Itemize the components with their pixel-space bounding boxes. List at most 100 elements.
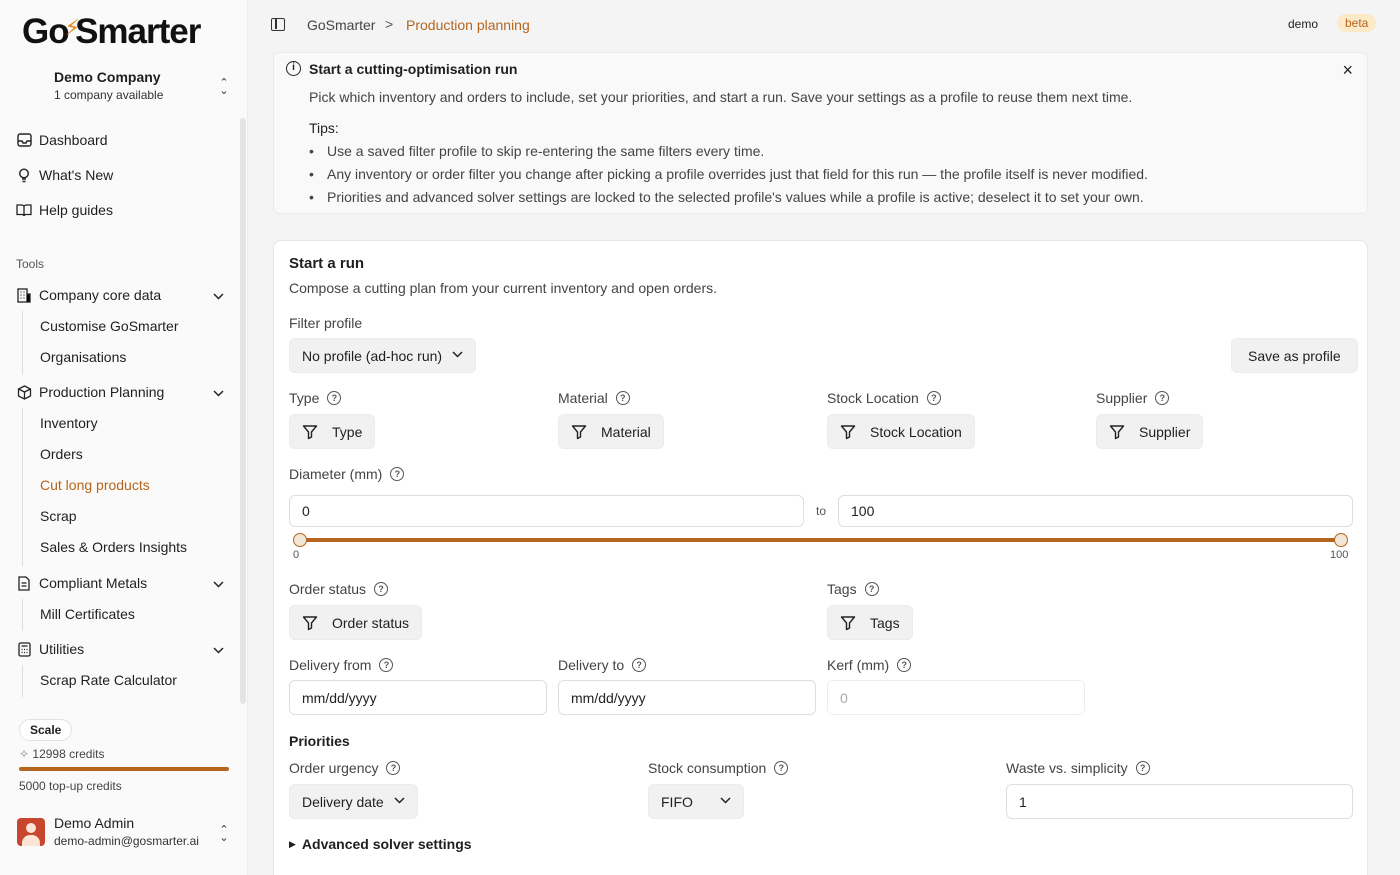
beta-badge: beta <box>1337 14 1377 32</box>
diameter-label: Diameter (mm)? <box>289 466 405 482</box>
package-icon <box>16 384 32 400</box>
chevron-up-down-icon[interactable]: ⌃ ⌄ <box>218 78 230 97</box>
stock-consumption-select[interactable]: FIFO <box>648 784 744 819</box>
user-email: demo-admin@gosmarter.ai <box>54 834 199 848</box>
caret-right-icon: ▶ <box>289 838 296 849</box>
tip-item: • Priorities and advanced solver settings… <box>309 189 1144 205</box>
sidebar-subitem-orders[interactable]: Orders <box>40 446 83 462</box>
building-icon <box>16 287 32 303</box>
sidebar-toggle-icon[interactable] <box>271 18 285 31</box>
sidebar-subitem-cut-long-products[interactable]: Cut long products <box>40 477 150 493</box>
gosmarter-logo[interactable]: Go⚡Smarter <box>22 12 201 52</box>
tools-section-label: Tools <box>16 257 45 271</box>
help-icon[interactable]: ? <box>897 658 912 672</box>
chevron-up-down-icon[interactable]: ⌃ ⌄ <box>218 825 230 844</box>
help-icon[interactable]: ? <box>864 582 879 596</box>
help-icon[interactable]: ? <box>615 391 630 405</box>
sidebar-subitem-inventory[interactable]: Inventory <box>40 415 98 431</box>
diameter-to-label: to <box>816 504 827 518</box>
stock-consumption-label: Stock consumption? <box>648 760 789 776</box>
sidebar-item-help-guides[interactable]: Help guides <box>16 199 230 221</box>
start-run-card: Start a run Compose a cutting plan from … <box>273 240 1368 875</box>
tips-heading: Tips: <box>309 120 339 136</box>
sidebar-subitem-customise[interactable]: Customise GoSmarter <box>40 318 178 334</box>
type-filter-button[interactable]: Type <box>289 414 376 449</box>
credits-progress-bar <box>19 767 229 771</box>
sidebar-item-compliant-metals[interactable]: Compliant Metals <box>16 572 230 594</box>
filter-icon <box>840 615 856 631</box>
filter-profile-select[interactable]: No profile (ad-hoc run) <box>289 338 477 373</box>
sidebar-item-whats-new[interactable]: What's New <box>16 164 230 186</box>
diameter-slider-min-handle[interactable] <box>293 533 307 547</box>
help-icon[interactable]: ? <box>327 391 342 405</box>
help-icon[interactable]: ? <box>1155 391 1170 405</box>
help-icon[interactable]: ? <box>774 761 789 775</box>
delivery-to-input[interactable]: mm/dd/yyyy <box>558 680 816 715</box>
type-label: Type? <box>289 390 342 406</box>
credits-icon: ✧ <box>19 747 33 761</box>
diameter-slider-max-handle[interactable] <box>1334 533 1348 547</box>
breadcrumb-root[interactable]: GoSmarter <box>307 17 375 33</box>
advanced-solver-toggle[interactable]: ▶ Advanced solver settings <box>289 836 472 852</box>
lightbulb-icon <box>16 167 32 183</box>
delivery-to-label: Delivery to? <box>558 657 647 673</box>
sidebar-subitem-sales-insights[interactable]: Sales & Orders Insights <box>40 539 187 555</box>
help-icon[interactable]: ? <box>374 582 389 596</box>
help-icon[interactable]: ? <box>1135 761 1150 775</box>
sidebar-subitem-mill-certificates[interactable]: Mill Certificates <box>40 606 135 622</box>
tip-item: • Use a saved filter profile to skip re-e… <box>309 143 765 159</box>
sidebar-item-dashboard[interactable]: Dashboard <box>16 129 230 151</box>
sidebar-subitem-organisations[interactable]: Organisations <box>40 349 126 365</box>
order-status-filter-button[interactable]: Order status <box>289 605 423 640</box>
sidebar-item-utilities[interactable]: Utilities <box>16 638 230 660</box>
inbox-icon <box>16 132 32 148</box>
kerf-input[interactable]: 0 <box>827 680 1085 715</box>
supplier-filter-button[interactable]: Supplier <box>1096 414 1204 449</box>
info-icon: i <box>286 61 301 76</box>
sidebar-subitem-scrap[interactable]: Scrap <box>40 508 77 524</box>
sidebar-item-company-core-data[interactable]: Company core data <box>16 284 230 306</box>
topup-credits: 5000 top-up credits <box>19 779 122 793</box>
help-icon[interactable]: ? <box>386 761 401 775</box>
waste-simplicity-input[interactable]: 1 <box>1006 784 1353 819</box>
diameter-slider-track[interactable] <box>298 538 1343 542</box>
chevron-down-icon[interactable] <box>213 287 224 303</box>
filter-icon <box>571 424 587 440</box>
card-subtitle: Compose a cutting plan from your current… <box>289 280 718 296</box>
order-urgency-select[interactable]: Delivery date <box>289 784 418 819</box>
sidebar-scrollbar[interactable] <box>240 118 246 704</box>
stock-location-filter-button[interactable]: Stock Location <box>827 414 975 449</box>
order-urgency-label: Order urgency? <box>289 760 401 776</box>
info-panel: i Start a cutting-optimisation run × Pic… <box>273 52 1368 214</box>
avatar[interactable] <box>17 818 45 846</box>
user-name: Demo Admin <box>54 815 135 831</box>
breadcrumb-separator: > <box>385 16 394 32</box>
diameter-max-input[interactable]: 100 <box>838 495 1353 527</box>
submenu-line <box>22 311 23 375</box>
delivery-from-input[interactable]: mm/dd/yyyy <box>289 680 547 715</box>
chevron-down-icon[interactable] <box>213 641 224 657</box>
save-as-profile-button[interactable]: Save as profile <box>1231 338 1358 373</box>
diameter-min-input[interactable]: 0 <box>289 495 804 527</box>
card-title: Start a run <box>289 255 365 272</box>
supplier-label: Supplier? <box>1096 390 1170 406</box>
sidebar-subitem-scrap-rate-calculator[interactable]: Scrap Rate Calculator <box>40 672 177 688</box>
waste-simplicity-label: Waste vs. simplicity? <box>1006 760 1150 776</box>
help-icon[interactable]: ? <box>632 658 647 672</box>
material-label: Material? <box>558 390 630 406</box>
delivery-from-label: Delivery from? <box>289 657 394 673</box>
help-icon[interactable]: ? <box>926 391 941 405</box>
chevron-down-icon[interactable] <box>213 384 224 400</box>
calculator-icon <box>16 641 32 657</box>
tags-filter-button[interactable]: Tags <box>827 605 913 640</box>
info-description: Pick which inventory and orders to inclu… <box>309 89 1133 105</box>
help-icon[interactable]: ? <box>379 658 394 672</box>
help-icon[interactable]: ? <box>390 467 405 481</box>
chevron-down-icon[interactable] <box>213 575 224 591</box>
sidebar-item-production-planning[interactable]: Production Planning <box>16 381 230 403</box>
document-icon <box>16 575 32 591</box>
close-icon[interactable]: × <box>1342 61 1353 79</box>
company-switcher[interactable]: Demo Company 1 company available <box>54 69 163 102</box>
filter-icon <box>302 424 318 440</box>
material-filter-button[interactable]: Material <box>558 414 664 449</box>
